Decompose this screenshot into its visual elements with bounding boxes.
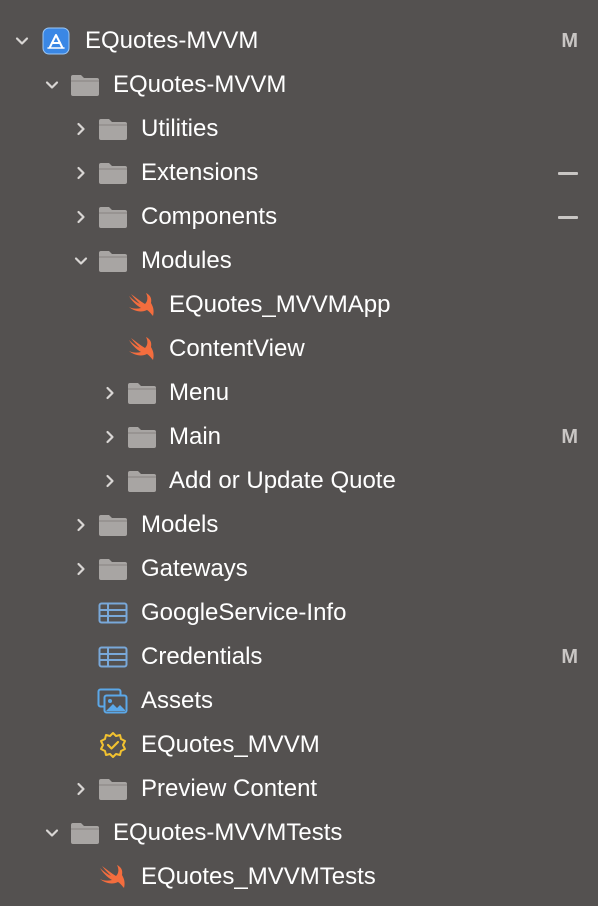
chevron-down-icon[interactable] bbox=[73, 253, 89, 269]
status-modified-badge: M bbox=[561, 646, 578, 668]
chevron-right-icon[interactable] bbox=[102, 429, 118, 445]
folder-icon bbox=[126, 423, 158, 451]
tree-row-file[interactable]: GoogleService-Info bbox=[0, 591, 598, 635]
status-modified-badge: M bbox=[561, 426, 578, 448]
chevron-right-icon[interactable] bbox=[73, 165, 89, 181]
chevron-down-icon[interactable] bbox=[44, 77, 60, 93]
tree-row-label: Components bbox=[141, 203, 278, 230]
tree-row-folder[interactable]: Preview Content bbox=[0, 767, 598, 811]
folder-icon bbox=[126, 467, 158, 495]
project-navigator: EQuotes-MVVM M EQuotes-MVVM Utilities Ex… bbox=[0, 0, 598, 906]
tree-row-label: GoogleService-Info bbox=[141, 599, 347, 626]
folder-icon bbox=[69, 71, 101, 99]
folder-icon bbox=[97, 159, 129, 187]
tree-row-label: EQuotes-MVVM bbox=[113, 71, 287, 98]
tree-row-file[interactable]: Assets bbox=[0, 679, 598, 723]
tree-row-label: Menu bbox=[169, 379, 230, 406]
tree-row-label: Modules bbox=[141, 247, 232, 274]
tree-row-label: Preview Content bbox=[141, 775, 318, 802]
tree-row-label: ContentView bbox=[169, 335, 305, 362]
folder-icon bbox=[69, 819, 101, 847]
asset-catalog-icon bbox=[97, 687, 129, 715]
chevron-right-icon[interactable] bbox=[73, 561, 89, 577]
tree-row-label: Credentials bbox=[141, 643, 263, 670]
plist-icon bbox=[97, 643, 129, 671]
chevron-right-icon[interactable] bbox=[73, 209, 89, 225]
tree-row-file[interactable]: ContentView bbox=[0, 327, 598, 371]
tree-row-project[interactable]: EQuotes-MVVM M bbox=[0, 19, 598, 63]
tree-row-label: Gateways bbox=[141, 555, 248, 582]
status-modified-badge: M bbox=[561, 30, 578, 52]
tree-row-folder[interactable]: Modules bbox=[0, 239, 598, 283]
tree-row-file[interactable]: EQuotes_MVVM bbox=[0, 723, 598, 767]
tree-row-file[interactable]: EQuotes_MVVMApp bbox=[0, 283, 598, 327]
folder-icon bbox=[97, 203, 129, 231]
tree-row-folder[interactable]: EQuotes-MVVM bbox=[0, 63, 598, 107]
tree-row-label: EQuotes_MVVMApp bbox=[169, 291, 391, 318]
chevron-right-icon[interactable] bbox=[73, 121, 89, 137]
chevron-down-icon[interactable] bbox=[14, 33, 30, 49]
tree-row-folder[interactable]: Utilities bbox=[0, 107, 598, 151]
tree-row-folder[interactable]: Menu bbox=[0, 371, 598, 415]
tree-row-label: EQuotes-MVVMTests bbox=[113, 819, 343, 846]
swift-icon bbox=[126, 291, 158, 319]
tree-row-folder[interactable]: Add or Update Quote bbox=[0, 459, 598, 503]
tree-row-label: Extensions bbox=[141, 159, 259, 186]
tree-row-label: Main bbox=[169, 423, 222, 450]
tree-row-label: EQuotes_MVVM bbox=[141, 731, 320, 758]
entitlements-icon bbox=[97, 731, 129, 759]
plist-icon bbox=[97, 599, 129, 627]
tree-row-file[interactable]: Credentials M bbox=[0, 635, 598, 679]
chevron-right-icon[interactable] bbox=[73, 517, 89, 533]
tree-row-label: EQuotes-MVVM bbox=[85, 27, 259, 54]
tree-row-label: Add or Update Quote bbox=[169, 467, 396, 494]
folder-icon bbox=[97, 775, 129, 803]
chevron-right-icon[interactable] bbox=[73, 781, 89, 797]
tree-row-file[interactable]: EQuotes_MVVMTests bbox=[0, 855, 598, 899]
status-dash-badge bbox=[558, 172, 578, 175]
tree-row-folder[interactable]: Models bbox=[0, 503, 598, 547]
chevron-right-icon[interactable] bbox=[102, 385, 118, 401]
folder-icon bbox=[97, 555, 129, 583]
tree-row-label: EQuotes_MVVMTests bbox=[141, 863, 376, 890]
tree-row-folder[interactable]: Main M bbox=[0, 415, 598, 459]
status-dash-badge bbox=[558, 216, 578, 219]
tree-row-label: Utilities bbox=[141, 115, 219, 142]
chevron-down-icon[interactable] bbox=[44, 825, 60, 841]
tree-row-folder[interactable]: Gateways bbox=[0, 547, 598, 591]
tree-row-folder[interactable]: Extensions bbox=[0, 151, 598, 195]
folder-icon bbox=[97, 511, 129, 539]
folder-icon bbox=[126, 379, 158, 407]
tree-row-label: Assets bbox=[141, 687, 214, 714]
chevron-right-icon[interactable] bbox=[102, 473, 118, 489]
tree-row-label: Models bbox=[141, 511, 219, 538]
xcode-project-icon bbox=[40, 27, 72, 55]
tree-row-folder[interactable]: EQuotes-MVVMTests bbox=[0, 811, 598, 855]
folder-icon bbox=[97, 115, 129, 143]
swift-icon bbox=[126, 335, 158, 363]
folder-icon bbox=[97, 247, 129, 275]
tree-row-folder[interactable]: Components bbox=[0, 195, 598, 239]
swift-icon bbox=[97, 863, 129, 891]
